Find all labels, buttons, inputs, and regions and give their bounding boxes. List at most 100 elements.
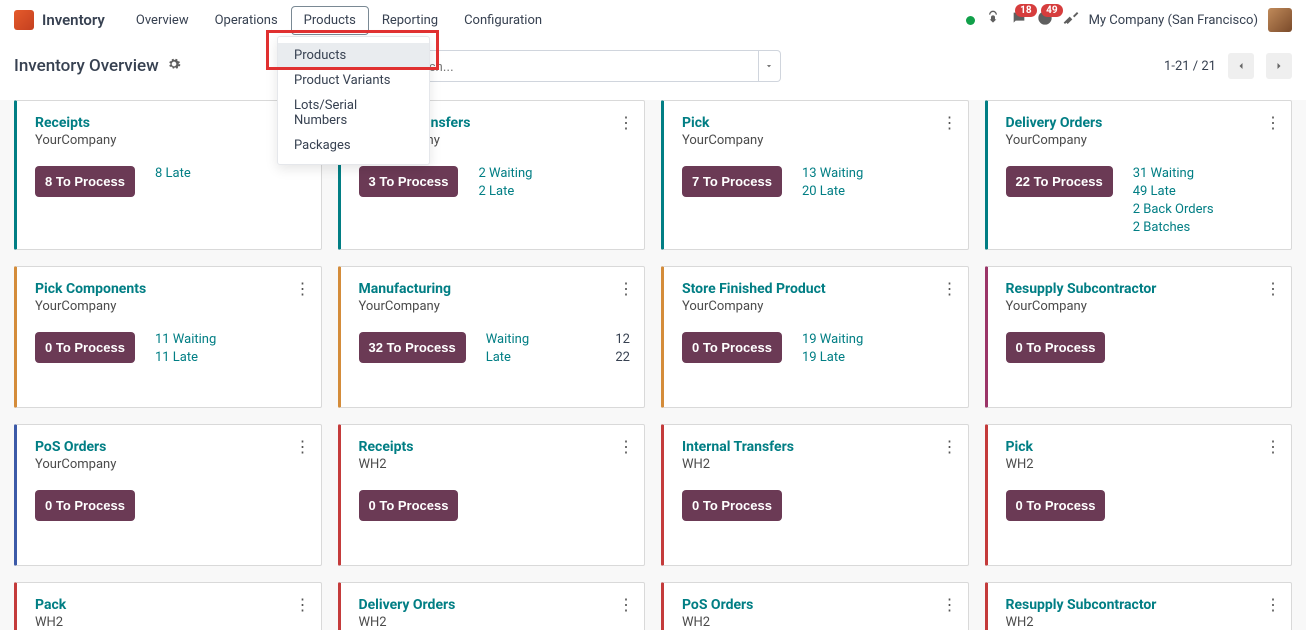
stat-link[interactable]: 2 Back Orders [1133, 202, 1277, 217]
stat-row[interactable]: Late22 [486, 350, 630, 365]
stat-link[interactable]: 8 Late [155, 166, 307, 181]
card-title[interactable]: Delivery Orders [1006, 115, 1278, 131]
card-menu-icon[interactable]: ⋮ [618, 437, 634, 456]
card-title[interactable]: Internal Transfers [682, 439, 954, 455]
card-menu-icon[interactable]: ⋮ [942, 113, 958, 132]
search-input[interactable] [402, 59, 750, 74]
card-subtitle: YourCompany [682, 299, 954, 314]
gear-icon[interactable] [167, 57, 181, 75]
card-title[interactable]: Delivery Orders [359, 597, 631, 613]
card-title[interactable]: Receipts [35, 115, 307, 131]
card-subtitle: YourCompany [35, 133, 307, 148]
nav-configuration[interactable]: Configuration [451, 6, 555, 35]
status-dot-icon [966, 16, 975, 25]
stat-link[interactable]: 13 Waiting [802, 166, 954, 181]
stat-link[interactable]: 19 Late [802, 350, 954, 365]
cards-grid: ReceiptsYourCompany⋮8 To Process8 LateIn… [14, 100, 1292, 630]
nav-reporting[interactable]: Reporting [369, 6, 451, 35]
card-body: 0 To Process 19 Waiting 19 Late [682, 332, 954, 365]
card-title[interactable]: Receipts [359, 439, 631, 455]
process-button[interactable]: 8 To Process [35, 166, 135, 197]
card-menu-icon[interactable]: ⋮ [295, 595, 311, 614]
card-menu-icon[interactable]: ⋮ [1265, 437, 1281, 456]
stat-row[interactable]: Waiting12 [486, 332, 630, 347]
stat-link[interactable]: 19 Waiting [802, 332, 954, 347]
stat-link[interactable]: 2 Waiting [478, 166, 630, 181]
stat-link[interactable]: 20 Late [802, 184, 954, 199]
process-button[interactable]: 0 To Process [1006, 332, 1106, 363]
avatar[interactable] [1268, 8, 1292, 32]
messages-icon[interactable]: 18 [1011, 10, 1027, 30]
pager-next[interactable] [1266, 53, 1292, 79]
card-title[interactable]: PoS Orders [35, 439, 307, 455]
search-dropdown-toggle[interactable] [759, 50, 781, 82]
process-button[interactable]: 0 To Process [35, 332, 135, 363]
card-menu-icon[interactable]: ⋮ [942, 595, 958, 614]
card-title[interactable]: Pick Components [35, 281, 307, 297]
card-title[interactable]: Pick [682, 115, 954, 131]
process-button[interactable]: 32 To Process [359, 332, 466, 363]
pager-prev[interactable] [1228, 53, 1254, 79]
process-button[interactable]: 0 To Process [1006, 490, 1106, 521]
card-title[interactable]: Resupply Subcontractor [1006, 597, 1278, 613]
stat-link[interactable]: 49 Late [1133, 184, 1277, 199]
card-menu-icon[interactable]: ⋮ [942, 437, 958, 456]
search-box[interactable] [373, 50, 759, 82]
card-title[interactable]: Pick [1006, 439, 1278, 455]
nav-products[interactable]: Products [291, 6, 369, 35]
activities-badge: 49 [1041, 4, 1062, 17]
card-title[interactable]: Resupply Subcontractor [1006, 281, 1278, 297]
stat-link[interactable]: 11 Waiting [155, 332, 307, 347]
dropdown-packages[interactable]: Packages [278, 133, 429, 158]
card-menu-icon[interactable]: ⋮ [295, 437, 311, 456]
card-body: 0 To Process 11 Waiting 11 Late [35, 332, 307, 365]
process-button[interactable]: 0 To Process [682, 490, 782, 521]
dropdown-product-variants[interactable]: Product Variants [278, 68, 429, 93]
process-button[interactable]: 3 To Process [359, 166, 459, 197]
card-title[interactable]: PoS Orders [682, 597, 954, 613]
process-button[interactable]: 0 To Process [682, 332, 782, 363]
card: PickYourCompany⋮7 To Process13 Waiting20… [661, 100, 969, 250]
card-subtitle: WH2 [682, 457, 954, 472]
card: PoS OrdersYourCompany⋮0 To Process [14, 424, 322, 566]
dropdown-products[interactable]: Products [278, 43, 429, 68]
card-menu-icon[interactable]: ⋮ [1265, 279, 1281, 298]
card-title[interactable]: Store Finished Product [682, 281, 954, 297]
card-menu-icon[interactable]: ⋮ [1265, 113, 1281, 132]
card-menu-icon[interactable]: ⋮ [618, 279, 634, 298]
stat-link[interactable]: 11 Late [155, 350, 307, 365]
stat-key: Late [486, 350, 511, 365]
card-title[interactable]: Manufacturing [359, 281, 631, 297]
content-scroll[interactable]: ReceiptsYourCompany⋮8 To Process8 LateIn… [0, 100, 1306, 630]
chevron-right-icon [1273, 60, 1285, 72]
card-menu-icon[interactable]: ⋮ [942, 279, 958, 298]
card-title[interactable]: Pack [35, 597, 307, 613]
subheader: Inventory Overview 1-21 / 21 [0, 40, 1306, 100]
stat-link[interactable]: 2 Batches [1133, 220, 1277, 235]
card-menu-icon[interactable]: ⋮ [618, 113, 634, 132]
process-button[interactable]: 0 To Process [35, 490, 135, 521]
nav-overview[interactable]: Overview [123, 6, 202, 35]
process-button[interactable]: 0 To Process [359, 490, 459, 521]
dropdown-lots-serial[interactable]: Lots/Serial Numbers [278, 93, 429, 133]
card-body: 0 To Process [682, 490, 954, 521]
products-dropdown: Products Product Variants Lots/Serial Nu… [277, 36, 430, 165]
company-name[interactable]: My Company (San Francisco) [1089, 13, 1258, 28]
process-button[interactable]: 7 To Process [682, 166, 782, 197]
phone-icon[interactable] [985, 10, 1001, 30]
activities-icon[interactable]: 49 [1037, 10, 1053, 30]
card-stats: 13 Waiting 20 Late [802, 166, 954, 199]
card-stats: 2 Waiting 2 Late [478, 166, 630, 199]
card-menu-icon[interactable]: ⋮ [1265, 595, 1281, 614]
card-menu-icon[interactable]: ⋮ [618, 595, 634, 614]
card: ReceiptsYourCompany⋮8 To Process8 Late [14, 100, 322, 250]
nav-operations[interactable]: Operations [202, 6, 291, 35]
stat-link[interactable]: 2 Late [478, 184, 630, 199]
process-button[interactable]: 22 To Process [1006, 166, 1113, 197]
card-body: 3 To Process 2 Waiting 2 Late [359, 166, 631, 199]
card-menu-icon[interactable]: ⋮ [295, 279, 311, 298]
card-body: 0 To Process [359, 490, 631, 521]
card-body: 0 To Process [35, 490, 307, 521]
stat-link[interactable]: 31 Waiting [1133, 166, 1277, 181]
tools-icon[interactable] [1063, 10, 1079, 30]
